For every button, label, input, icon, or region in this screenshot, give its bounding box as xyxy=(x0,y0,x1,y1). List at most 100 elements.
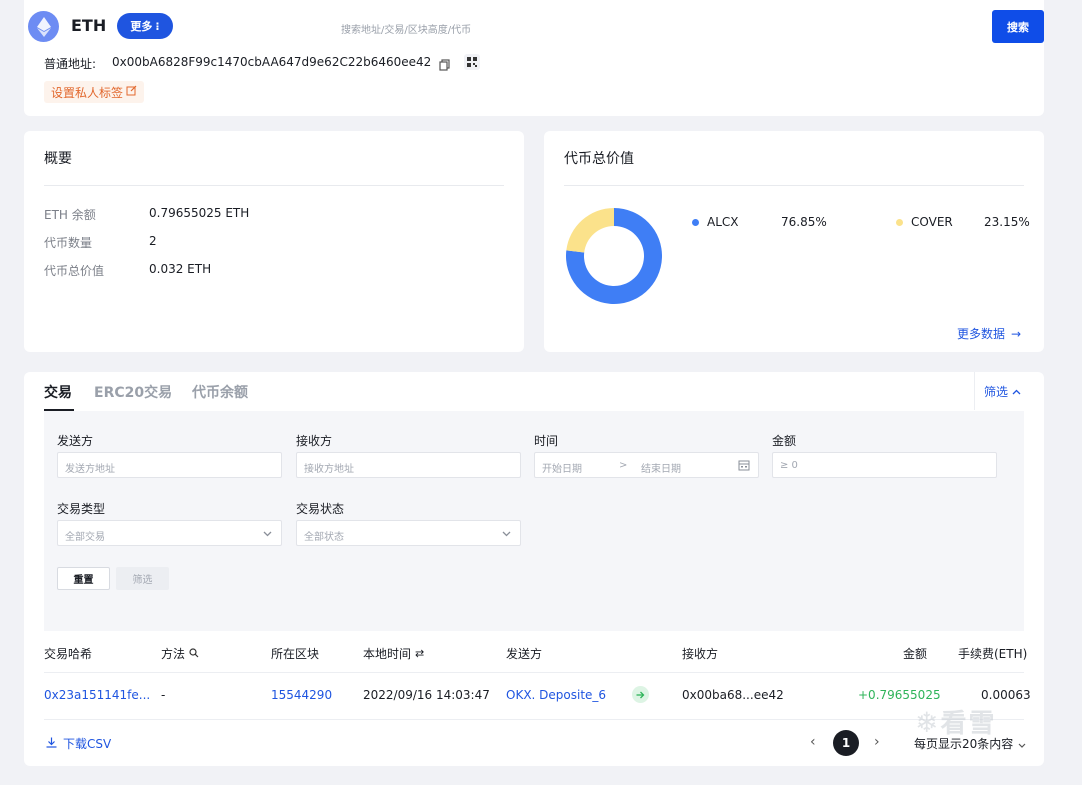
filter-panel: 发送方 发送方地址 接收方 接收方地址 时间 开始日期 > 结束日期 金额 ≥ … xyxy=(44,411,1024,631)
filter-toggle-label: 筛选 xyxy=(983,384,1008,399)
legend-dot-cover xyxy=(896,219,903,226)
col-header-time-label: 本地时间 xyxy=(363,647,412,661)
tx-time: 2022/09/16 14:03:47 xyxy=(363,688,490,702)
tx-hash-link[interactable]: 0x23a151141fe... xyxy=(44,688,150,702)
token-count-label: 代币数量 xyxy=(44,236,93,250)
arrow-right-icon: → xyxy=(1011,326,1022,341)
snowflake-icon: ❄ xyxy=(915,706,941,739)
chevron-down-icon xyxy=(1018,737,1026,751)
receiver-input[interactable]: 接收方地址 xyxy=(296,452,521,478)
transactions-card: 交易 ERC20交易 代币余额 筛选 发送方 发送方地址 接收方 接收方地址 时… xyxy=(24,372,1044,766)
more-button[interactable]: 更多 ⁝ xyxy=(117,13,173,39)
token-value-title: 代币总价值 xyxy=(564,151,634,167)
row-divider xyxy=(44,719,1024,720)
next-page-icon[interactable]: › xyxy=(874,734,880,750)
more-dots-icon: ⁝ xyxy=(155,19,160,33)
eth-balance-label: ETH 余额 xyxy=(44,208,96,222)
apply-filter-button[interactable]: 筛选 xyxy=(116,567,169,590)
sender-input[interactable]: 发送方地址 xyxy=(57,452,282,478)
col-header-time: 本地时间 ⇄ xyxy=(363,645,424,662)
tx-to-address: 0x00ba68...ee42 xyxy=(682,688,784,702)
tx-status-label: 交易状态 xyxy=(296,502,345,516)
reset-button[interactable]: 重置 xyxy=(57,567,110,590)
col-header-to: 接收方 xyxy=(682,647,719,661)
col-header-block: 所在区块 xyxy=(271,647,320,661)
filter-toggle[interactable]: 筛选 xyxy=(974,372,1030,410)
token-total-value: 0.032 ETH xyxy=(149,262,212,276)
incoming-arrow-icon xyxy=(632,686,649,703)
token-value-divider xyxy=(564,185,1024,186)
legend-pct-cover: 23.15% xyxy=(984,215,1030,229)
sender-label: 发送方 xyxy=(57,434,94,448)
token-count-value: 2 xyxy=(149,234,157,248)
col-header-hash: 交易哈希 xyxy=(44,647,93,661)
date-range-input[interactable]: 开始日期 > 结束日期 xyxy=(534,452,759,478)
search-button[interactable]: 搜索 xyxy=(992,10,1044,43)
download-csv-label: 下载CSV xyxy=(63,737,112,751)
more-data-link[interactable]: 更多数据 → xyxy=(957,325,1021,342)
col-header-from: 发送方 xyxy=(506,647,543,661)
tx-block-link[interactable]: 15544290 xyxy=(271,688,332,702)
header-divider xyxy=(44,672,1024,673)
tab-transactions[interactable]: 交易 xyxy=(44,382,72,402)
tx-method: - xyxy=(161,688,166,702)
eth-balance-value: 0.79655025 ETH xyxy=(149,206,250,220)
token-value-card: 代币总价值 ALCX 76.85% COVER 23.15% 更多数据 → xyxy=(544,131,1044,352)
more-data-label: 更多数据 xyxy=(957,327,1006,341)
more-label: 更多 xyxy=(130,20,153,33)
chevron-down-icon xyxy=(502,529,511,540)
overview-card: 概要 ETH 余额 0.79655025 ETH 代币数量 2 代币总价值 0.… xyxy=(24,131,524,352)
swap-icon[interactable]: ⇄ xyxy=(415,647,424,660)
search-icon[interactable] xyxy=(189,647,199,661)
tx-status-value: 全部状态 xyxy=(304,532,344,543)
chevron-down-icon xyxy=(263,529,272,540)
tx-type-value: 全部交易 xyxy=(65,532,105,543)
col-header-method: 方法 xyxy=(161,645,199,662)
legend-dot-alcx xyxy=(692,219,699,226)
eth-logo-icon xyxy=(28,11,59,42)
chevron-up-icon xyxy=(1012,384,1021,398)
private-tag-label: 设置私人标签 xyxy=(51,85,124,100)
tx-amount: +0.79655025 xyxy=(858,688,941,702)
tab-token-balance[interactable]: 代币余额 xyxy=(192,382,248,402)
legend-pct-alcx: 76.85% xyxy=(781,215,827,229)
legend-name-alcx: ALCX xyxy=(707,215,739,229)
tx-fee: 0.00063 xyxy=(981,688,1031,702)
col-header-fee: 手续费(ETH) xyxy=(958,647,1028,661)
search-input[interactable]: 搜索地址/交易/区块高度/代币 xyxy=(333,10,983,43)
tx-from-link[interactable]: OKX. Deposite_6 xyxy=(506,688,606,702)
qr-code-icon[interactable] xyxy=(464,54,480,70)
edit-icon xyxy=(126,85,137,99)
download-icon xyxy=(46,737,57,751)
tx-type-label: 交易类型 xyxy=(57,502,106,516)
col-header-amount: 金额 xyxy=(903,647,928,661)
start-date-field[interactable]: 开始日期 xyxy=(542,460,582,475)
legend-name-cover: COVER xyxy=(911,215,953,229)
token-total-label: 代币总价值 xyxy=(44,264,105,278)
receiver-label: 接收方 xyxy=(296,434,333,448)
prev-page-icon[interactable]: ‹ xyxy=(810,734,816,750)
tx-type-select[interactable]: 全部交易 xyxy=(57,520,282,546)
token-donut-chart xyxy=(566,208,662,304)
download-csv-link[interactable]: 下载CSV xyxy=(46,735,111,752)
end-date-field[interactable]: 结束日期 xyxy=(641,460,681,475)
tab-erc20-transactions[interactable]: ERC20交易 xyxy=(94,382,172,402)
coin-name: ETH xyxy=(71,16,107,35)
copy-icon[interactable] xyxy=(439,56,451,71)
amount-input[interactable]: ≥ 0 xyxy=(772,452,997,478)
amount-label: 金额 xyxy=(772,434,797,448)
date-range-separator: > xyxy=(619,460,628,471)
overview-title: 概要 xyxy=(44,151,72,167)
set-private-tag-button[interactable]: 设置私人标签 xyxy=(44,81,145,103)
address-value: 0x00bA6828F99c1470cbAA647d9e62C22b6460ee… xyxy=(112,55,432,69)
donut-slice-cover[interactable] xyxy=(566,208,614,253)
time-label: 时间 xyxy=(534,434,559,448)
page-button-current[interactable]: 1 xyxy=(833,730,859,756)
tx-status-select[interactable]: 全部状态 xyxy=(296,520,521,546)
watermark-logo: ❄看雪 xyxy=(915,703,996,740)
overview-divider xyxy=(44,185,504,186)
watermark-text: 看雪 xyxy=(940,709,997,739)
calendar-icon xyxy=(738,459,750,474)
col-header-method-label: 方法 xyxy=(161,647,186,661)
address-type-label: 普通地址: xyxy=(44,57,97,71)
